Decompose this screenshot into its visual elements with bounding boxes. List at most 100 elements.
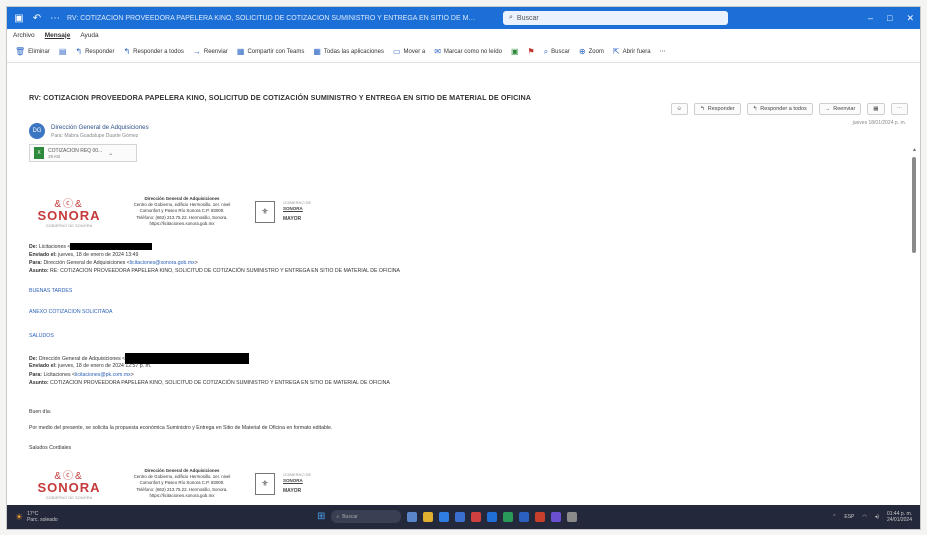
title-bar: ▣ ↶ ⋯ RV: COTIZACION PROVEEDORA PAPELERA… xyxy=(7,7,920,29)
sonora-logo: &ⓒ& SONORA GOBIERNO DE SONORA xyxy=(29,195,109,228)
excel-icon[interactable] xyxy=(503,511,514,522)
close-icon[interactable]: ✕ xyxy=(906,13,914,24)
sonora-logo: &ⓒ& SONORA GOBIERNO DE SONORA xyxy=(29,467,109,500)
reply-button[interactable]: ↰ Responder xyxy=(75,47,114,56)
volume-icon[interactable]: ◂) xyxy=(875,514,879,520)
chevron-up-icon[interactable]: ⌃ xyxy=(832,514,836,520)
teams-action[interactable]: ▦ xyxy=(867,103,885,115)
trash-icon: 🗑 xyxy=(15,47,26,56)
thread1-greeting: BUENAS TARDES xyxy=(29,288,73,294)
teams-icon: ▦ xyxy=(873,106,879,112)
windows-taskbar: ☀ 17°C Parc. soleado ⊞ ⌕ Buscar ⌃ ESP ◠ … xyxy=(7,505,920,529)
reply-all-action[interactable]: ↰ Responder a todos xyxy=(746,103,813,115)
categorize-button[interactable]: ▣ xyxy=(511,47,519,56)
thread1-subject: Asunto: RE: COTIZACION PROVEEDORA PAPELE… xyxy=(29,268,400,274)
window-title: RV: COTIZACION PROVEEDORA PAPELERA KINO,… xyxy=(67,14,477,22)
flag-button[interactable]: ⚑ xyxy=(528,47,535,56)
outlook-icon[interactable] xyxy=(487,511,498,522)
flag-icon: ⚑ xyxy=(527,47,535,56)
undo-icon[interactable]: ↶ xyxy=(31,13,43,24)
maximize-icon[interactable]: □ xyxy=(887,13,892,24)
settings-icon[interactable] xyxy=(567,511,578,522)
word-icon[interactable] xyxy=(519,511,530,522)
menu-archivo[interactable]: Archivo xyxy=(13,32,35,39)
language-indicator[interactable]: ESP xyxy=(844,514,854,520)
store-icon[interactable] xyxy=(455,511,466,522)
scrollbar-thumb[interactable] xyxy=(912,157,916,253)
delete-button[interactable]: 🗑 Eliminar xyxy=(15,47,50,56)
sun-icon: ☀ xyxy=(15,511,24,522)
find-icon: ⌕ xyxy=(543,46,549,56)
mark-unread-button[interactable]: ✉ Marcar como no leído xyxy=(434,47,502,56)
more-action[interactable]: ⋯ xyxy=(890,103,908,115)
avatar[interactable]: DG xyxy=(29,123,45,139)
email-link[interactable]: licitaciones@sonora.gob.mx xyxy=(130,260,195,266)
menu-ayuda[interactable]: Ayuda xyxy=(80,32,98,39)
reply-action[interactable]: ↰ Responder xyxy=(694,103,741,115)
reply-all-icon: ↰ xyxy=(123,47,131,56)
redaction-bar xyxy=(70,243,153,250)
folder-icon: ▭ xyxy=(392,47,401,56)
teams-icon[interactable] xyxy=(551,511,562,522)
thread1-sent: Enviado el: jueves, 18 de enero de 2024 … xyxy=(29,252,139,258)
scroll-up-icon[interactable]: ▲ xyxy=(912,147,917,153)
wifi-icon[interactable]: ◠ xyxy=(862,514,866,520)
forward-icon: → xyxy=(192,47,201,56)
gobierno-logo: GOBIERNO DE SONORA MAYOR xyxy=(283,472,312,494)
chrome-icon[interactable] xyxy=(471,511,482,522)
email-link[interactable]: licitaciones@pk.com.mx xyxy=(75,372,131,378)
reply-all-button[interactable]: ↰ Responder a todos xyxy=(123,47,183,56)
file-explorer-icon[interactable] xyxy=(423,511,434,522)
attachment-card[interactable]: X COTIZACION REQ 00... 39 KB ⌄ xyxy=(29,144,137,162)
apps-button[interactable]: ▦ Todas las aplicaciones xyxy=(313,47,384,56)
received-date: jueves 18/01/2024 p. m. xyxy=(852,120,906,126)
popout-button[interactable]: ⇱ Abrir fuera xyxy=(613,47,651,56)
archive-button[interactable]: ▤ xyxy=(59,47,67,56)
seal-icon: ⚜ xyxy=(255,472,275,495)
weather-widget[interactable]: ☀ 17°C Parc. soleado xyxy=(15,511,58,523)
more-options-button[interactable]: ⋯ xyxy=(660,48,666,55)
sender-block: DG Dirección General de Adquisiciones Pa… xyxy=(29,123,149,139)
window-controls: – □ ✕ xyxy=(868,13,914,24)
thread2-sent: Enviado el: jueves, 18 de enero de 2024 … xyxy=(29,363,152,369)
more-icon[interactable]: ⋯ xyxy=(49,13,61,24)
attachment-size: 39 KB xyxy=(48,153,61,159)
find-button[interactable]: ⌕ Buscar xyxy=(544,47,570,57)
teams-button[interactable]: ▦ Compartir con Teams xyxy=(237,47,304,56)
emoji-button[interactable]: ☺ xyxy=(670,103,689,115)
excel-file-icon: X xyxy=(34,147,44,159)
popout-icon: ⇱ xyxy=(612,47,620,56)
save-icon[interactable]: ▣ xyxy=(13,13,25,24)
clock[interactable]: 01:44 p. m. 24/01/2024 xyxy=(887,511,912,524)
teams-icon: ▦ xyxy=(236,47,245,56)
seal-icon: ⚜ xyxy=(255,200,275,223)
menu-mensaje[interactable]: Mensaje xyxy=(45,32,71,39)
edge-icon[interactable] xyxy=(439,511,450,522)
windows-start-icon[interactable]: ⊞ xyxy=(317,511,325,522)
thread2-greeting: Buen día: xyxy=(29,409,52,415)
zoom-button[interactable]: ⊕ Zoom xyxy=(579,47,604,56)
menu-bar: Archivo Mensaje Ayuda xyxy=(7,29,920,41)
taskbar-search[interactable]: ⌕ Buscar xyxy=(331,510,402,523)
forward-action[interactable]: → Reenviar xyxy=(818,103,862,115)
attachment-name: COTIZACION REQ 00... xyxy=(48,147,103,154)
search-box[interactable]: ⌕ Buscar xyxy=(503,11,728,25)
thread1-to: Para: Dirección General de Adquisiciones… xyxy=(29,260,198,266)
letterhead-top: &ⓒ& SONORA GOBIERNO DE SONORA Dirección … xyxy=(29,195,311,228)
acrobat-icon[interactable] xyxy=(535,511,546,522)
search-icon: ⌕ xyxy=(509,14,513,21)
ellipsis-icon: ⋯ xyxy=(659,49,666,55)
sender-name[interactable]: Dirección General de Adquisiciones xyxy=(51,124,149,131)
thread2-body: Por medio del presente, se solicita la p… xyxy=(29,425,333,431)
smile-icon: ☺ xyxy=(676,106,683,112)
chevron-down-icon[interactable]: ⌄ xyxy=(108,150,113,157)
thread1-line: ANEXO COTIZACION SOLICITADA xyxy=(29,309,113,315)
minimize-icon[interactable]: – xyxy=(868,13,873,24)
message-actions: ☺ ↰ Responder ↰ Responder a todos → Reenvia… xyxy=(670,103,908,115)
forward-button[interactable]: → Reenviar xyxy=(193,47,228,56)
system-tray: ⌃ ESP ◠ ◂) 01:44 p. m. 24/01/2024 xyxy=(832,511,912,524)
letterhead-address: Dirección General de Adquisiciones Centr… xyxy=(133,195,231,227)
task-view-icon[interactable] xyxy=(407,511,418,522)
move-button[interactable]: ▭ Mover a xyxy=(393,47,425,56)
gobierno-logo: GOBIERNO DE SONORA MAYOR xyxy=(283,200,312,222)
